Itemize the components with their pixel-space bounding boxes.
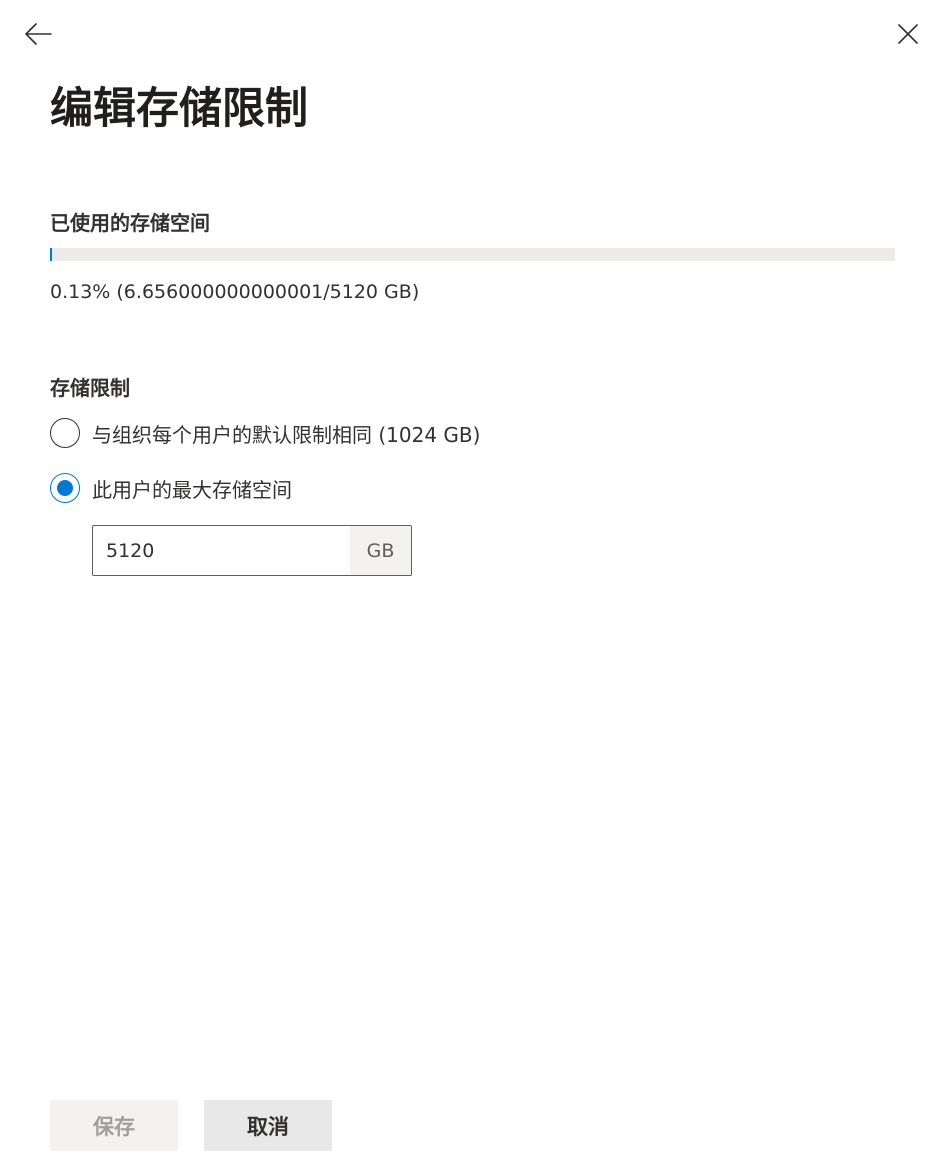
close-icon <box>898 24 918 44</box>
storage-limit-heading: 存储限制 <box>50 376 130 400</box>
back-button[interactable] <box>20 16 56 52</box>
cancel-button[interactable]: 取消 <box>204 1100 332 1151</box>
arrow-left-icon <box>25 23 52 45</box>
storage-used-heading: 已使用的存储空间 <box>50 211 210 235</box>
radio-default-limit-label: 与组织每个用户的默认限制相同 (1024 GB) <box>92 422 481 447</box>
max-storage-field: GB <box>92 525 412 576</box>
close-button[interactable] <box>890 16 926 52</box>
storage-usage-summary: 0.13% (6.656000000000001/5120 GB) <box>50 281 420 303</box>
page-title: 编辑存储限制 <box>50 84 308 134</box>
storage-unit-suffix: GB <box>350 526 411 575</box>
radio-custom-limit-label: 此用户的最大存储空间 <box>92 477 292 502</box>
max-storage-input[interactable] <box>93 526 350 575</box>
save-button[interactable]: 保存 <box>50 1100 178 1151</box>
radio-custom-limit-option[interactable]: 此用户的最大存储空间 <box>50 473 292 503</box>
radio-selected-dot <box>57 480 73 496</box>
radio-default-limit-option[interactable]: 与组织每个用户的默认限制相同 (1024 GB) <box>50 418 480 448</box>
radio-button-checked[interactable] <box>50 473 80 503</box>
storage-usage-bar <box>50 248 895 261</box>
storage-usage-fill <box>50 248 52 261</box>
edit-storage-limit-panel: 编辑存储限制 已使用的存储空间 0.13% (6.656000000000001… <box>0 0 945 1176</box>
radio-button-unchecked[interactable] <box>50 418 80 448</box>
